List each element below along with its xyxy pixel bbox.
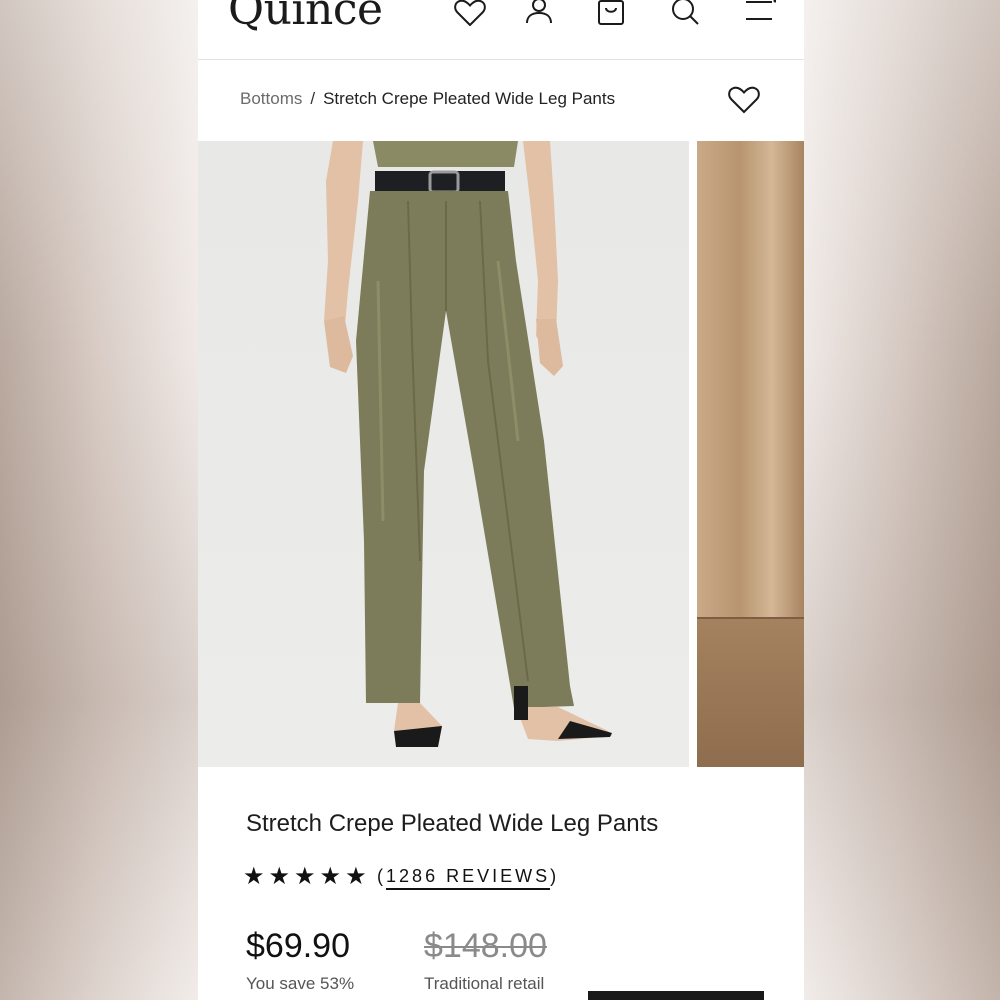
top-nav: Quince <box>198 0 804 60</box>
reviews-link[interactable]: (1286 REVIEWS) <box>377 866 560 890</box>
savings-text: You save 53% <box>246 974 355 993</box>
breadcrumb-separator: / <box>310 89 316 108</box>
breadcrumb-link-bottoms[interactable]: Bottoms <box>240 89 302 108</box>
heart-icon[interactable] <box>454 0 486 26</box>
bag-icon[interactable] <box>597 0 625 26</box>
account-icon[interactable] <box>524 0 554 24</box>
original-price: $148.00 <box>424 927 547 965</box>
reviews-open-paren: ( <box>377 866 387 886</box>
product-gallery[interactable] <box>198 141 804 767</box>
product-title: Stretch Crepe Pleated Wide Leg Pants <box>246 810 659 837</box>
breadcrumb-bar: Bottoms / Stretch Crepe Pleated Wide Leg P… <box>198 60 804 140</box>
rating-row: ★★★★★ (1286 REVIEWS) <box>243 862 559 892</box>
add-to-bag-button[interactable] <box>588 991 764 1000</box>
search-icon[interactable] <box>670 0 700 26</box>
background-left <box>0 0 198 1000</box>
reviews-count[interactable]: 1286 REVIEWS <box>386 866 551 890</box>
wishlist-heart-icon[interactable] <box>728 86 760 114</box>
product-image-next[interactable] <box>697 141 804 767</box>
breadcrumb: Bottoms / Stretch Crepe Pleated Wide Leg P… <box>240 89 615 109</box>
reviews-close-paren: ) <box>550 866 560 886</box>
floor-shape <box>697 617 804 767</box>
product-page: Quince Bottoms / Stretch Crepe Pleated W… <box>198 0 804 1000</box>
menu-icon[interactable] <box>744 0 776 22</box>
brand-logo[interactable]: Quince <box>228 0 383 38</box>
pants-illustration <box>324 141 612 747</box>
breadcrumb-current: Stretch Crepe Pleated Wide Leg Pants <box>323 89 616 108</box>
original-price-label: Traditional retail <box>424 974 545 993</box>
sale-price: $69.90 <box>246 927 350 965</box>
star-rating: ★★★★★ <box>243 863 371 890</box>
product-image-main[interactable] <box>198 141 689 767</box>
background-right <box>804 0 1000 1000</box>
